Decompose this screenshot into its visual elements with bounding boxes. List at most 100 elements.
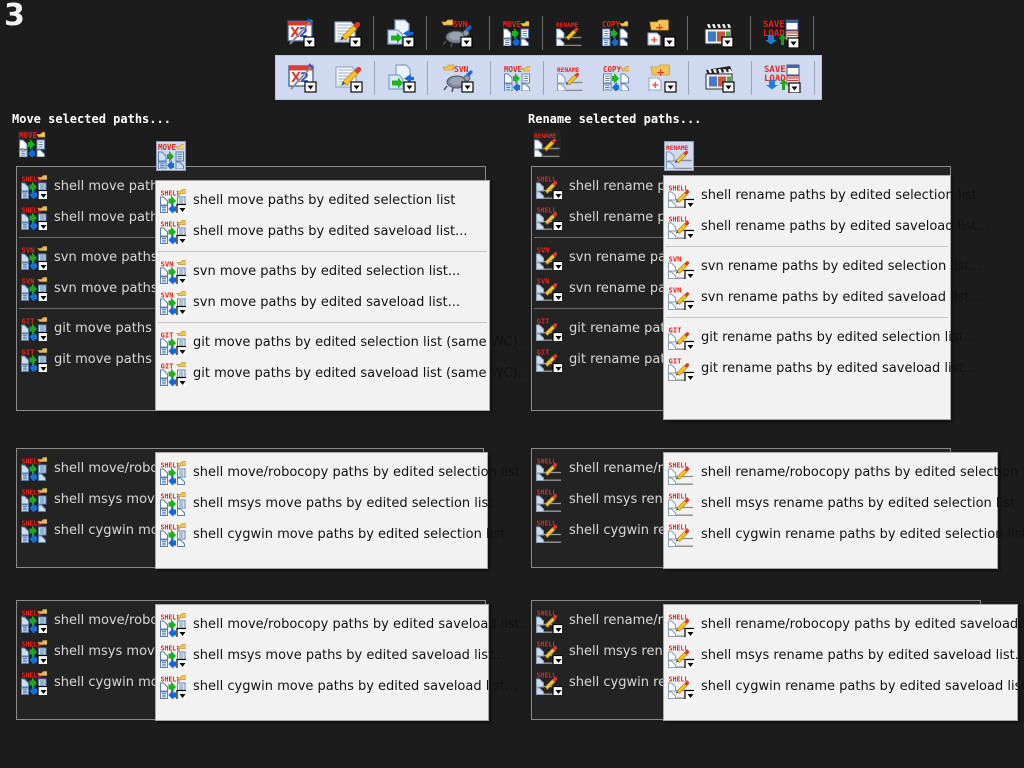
svg-text:SHELL: SHELL <box>161 675 181 683</box>
svg-text:SVN: SVN <box>537 277 550 286</box>
svg-text:+: + <box>656 66 665 79</box>
move-button[interactable]: MOVE <box>494 57 540 99</box>
move-paths-icon: MOVE <box>504 65 530 91</box>
move-paths-icon: MOVE <box>158 143 184 169</box>
rename-paths-icon: SHELL <box>536 488 562 512</box>
svg-text:+: + <box>655 21 664 34</box>
menu-item[interactable]: SHELL shell msys rename paths by edited s… <box>664 488 1015 519</box>
move-robocopy-saveload-foreground-menu: SHELL shell move/robocopy paths by edited… <box>155 604 532 721</box>
svg-text:SHELL: SHELL <box>22 175 42 183</box>
menu-item[interactable]: SHELL shell msys move paths by edited sav… <box>156 640 506 671</box>
svg-text:MOVE: MOVE <box>19 131 38 140</box>
rename-button[interactable]: RENAME <box>546 12 592 54</box>
menu-item[interactable]: SHELL shell rename paths by edited select… <box>664 180 977 211</box>
menu-item[interactable]: SHELL shell cygwin rename paths by edited… <box>664 671 1024 702</box>
move-paths-icon: SHELL <box>21 518 47 543</box>
rename-button[interactable]: RENAME <box>547 57 593 99</box>
edit-button[interactable] <box>325 57 371 99</box>
svg-text:RENAME: RENAME <box>666 145 689 152</box>
move-paths-icon: SVN <box>21 277 47 301</box>
menu-item[interactable]: SVN svn move paths by edited saveload lis… <box>156 287 489 318</box>
media-button[interactable] <box>691 12 747 54</box>
rename-paths-icon: GIT <box>536 317 562 341</box>
menu-item[interactable]: SHELL shell msys move paths by edited sel… <box>156 488 493 519</box>
menu-item-label: svn move paths by edited selection list.… <box>193 264 461 279</box>
section-tab-active-move-paths-icon[interactable]: MOVE <box>156 141 186 171</box>
menu-item[interactable]: GIT git move paths by edited selection li… <box>156 327 530 358</box>
section-title-rename: Rename selected paths... <box>528 112 702 126</box>
svg-text:SHELL: SHELL <box>161 189 181 197</box>
toolbar-separator <box>373 15 374 50</box>
move-paths-icon: SHELL <box>160 460 186 485</box>
svg-text:GIT: GIT <box>22 348 36 357</box>
svg-text:+: + <box>651 80 659 91</box>
rename-paths-icon: SVN <box>536 246 562 270</box>
menu-item[interactable]: SHELL shell move paths by edited selectio… <box>156 185 489 216</box>
edit-button[interactable] <box>324 12 370 54</box>
svn-button[interactable]: SVN <box>431 57 487 99</box>
section-tab-rename-paths-icon[interactable]: RENAME <box>533 130 561 158</box>
svg-text:MOVE: MOVE <box>504 65 523 74</box>
svg-text:GIT: GIT <box>669 326 683 335</box>
save-load-button[interactable]: SAVE LOAD <box>754 12 810 54</box>
move-paths-icon: SHELL <box>21 487 47 512</box>
menu-item[interactable]: GIT git move paths by edited saveload lis… <box>156 358 530 389</box>
menu-item[interactable]: SHELL shell rename/robocopy paths by edit… <box>664 609 1024 640</box>
svg-text:SHELL: SHELL <box>22 519 42 527</box>
svg-text:SHELL: SHELL <box>537 457 557 465</box>
menu-item[interactable]: SVN svn rename paths by edited selection … <box>664 251 982 282</box>
tortoise-svn-icon: SVN <box>442 63 476 93</box>
menu-item[interactable]: SHELL shell move paths by edited saveload… <box>156 216 489 247</box>
notepad-pencil-icon <box>333 63 363 93</box>
menu-item[interactable]: SHELL shell move/robocopy paths by edited… <box>156 457 520 488</box>
media-button[interactable] <box>692 57 748 99</box>
menu-item[interactable]: SHELL shell cygwin move paths by edited s… <box>156 519 505 550</box>
menu-item[interactable]: SHELL shell rename paths by edited savelo… <box>664 211 989 242</box>
rename-paths-icon: SHELL <box>668 492 694 516</box>
toolbar-separator <box>543 60 544 95</box>
move-copy-button[interactable] <box>378 57 424 99</box>
section-tab-active-rename-paths-icon[interactable]: RENAME <box>664 141 694 171</box>
svg-text:SHELL: SHELL <box>537 609 557 617</box>
xy2-close-button[interactable]: X2 <box>278 12 324 54</box>
move-button[interactable]: MOVE <box>493 12 539 54</box>
copy-button[interactable]: COPY <box>593 57 639 99</box>
copy-button[interactable]: COPY <box>592 12 638 54</box>
svg-text:SHELL: SHELL <box>22 206 42 214</box>
svg-text:SVN: SVN <box>669 286 682 295</box>
menu-item[interactable]: GIT git rename paths by edited selection … <box>664 322 976 353</box>
new-folder-button[interactable]: + + <box>639 57 685 99</box>
svg-text:SHELL: SHELL <box>537 488 557 496</box>
menu-item[interactable]: SHELL shell cygwin rename paths by edited… <box>664 519 1024 550</box>
menu-item[interactable]: SHELL shell move/robocopy paths by edited… <box>156 609 532 640</box>
page-arrow-icon <box>386 63 416 93</box>
menu-item[interactable]: SHELL shell cygwin move paths by edited s… <box>156 671 517 702</box>
menu-item-label: shell msys rename paths by edited select… <box>701 496 1015 511</box>
rename-paths-icon: RENAME <box>557 65 583 91</box>
svg-text:SHELL: SHELL <box>161 220 181 228</box>
svg-text:SHELL: SHELL <box>161 492 181 500</box>
xy2-close-button[interactable]: X2 <box>279 57 325 99</box>
rename-paths-icon: SVN <box>668 255 694 279</box>
rename-paths-icon: SHELL <box>536 175 562 199</box>
svg-text:SHELL: SHELL <box>537 640 557 648</box>
svg-text:SHELL: SHELL <box>161 523 181 531</box>
new-folder-button[interactable]: + + <box>638 12 684 54</box>
toolbar-separator <box>688 60 689 95</box>
menu-item[interactable]: SHELL shell rename/robocopy paths by edit… <box>664 457 1024 488</box>
section-tab-move-paths-icon[interactable]: MOVE <box>18 130 46 158</box>
move-paths-icon: MOVE <box>19 131 45 157</box>
menu-item[interactable]: SVN svn move paths by edited selection li… <box>156 256 489 287</box>
menu-item[interactable]: GIT git rename paths by edited saveload l… <box>664 353 976 384</box>
svg-text:RENAME: RENAME <box>556 22 579 29</box>
svn-button[interactable]: SVN <box>430 12 486 54</box>
menu-item[interactable]: SHELL shell msys rename paths by edited s… <box>664 640 1024 671</box>
rename-foreground-menu: SHELL shell rename paths by edited select… <box>663 175 989 420</box>
move-paths-icon: SHELL <box>21 608 47 633</box>
rename-paths-icon: SVN <box>536 277 562 301</box>
save-load-button[interactable]: SAVE LOAD <box>755 57 811 99</box>
menu-item[interactable]: SVN svn rename paths by edited saveload l… <box>664 282 982 313</box>
section-title-move: Move selected paths... <box>12 112 171 126</box>
menu-item-label: shell rename/robocopy paths by edited se… <box>701 465 1024 480</box>
move-copy-button[interactable] <box>377 12 423 54</box>
